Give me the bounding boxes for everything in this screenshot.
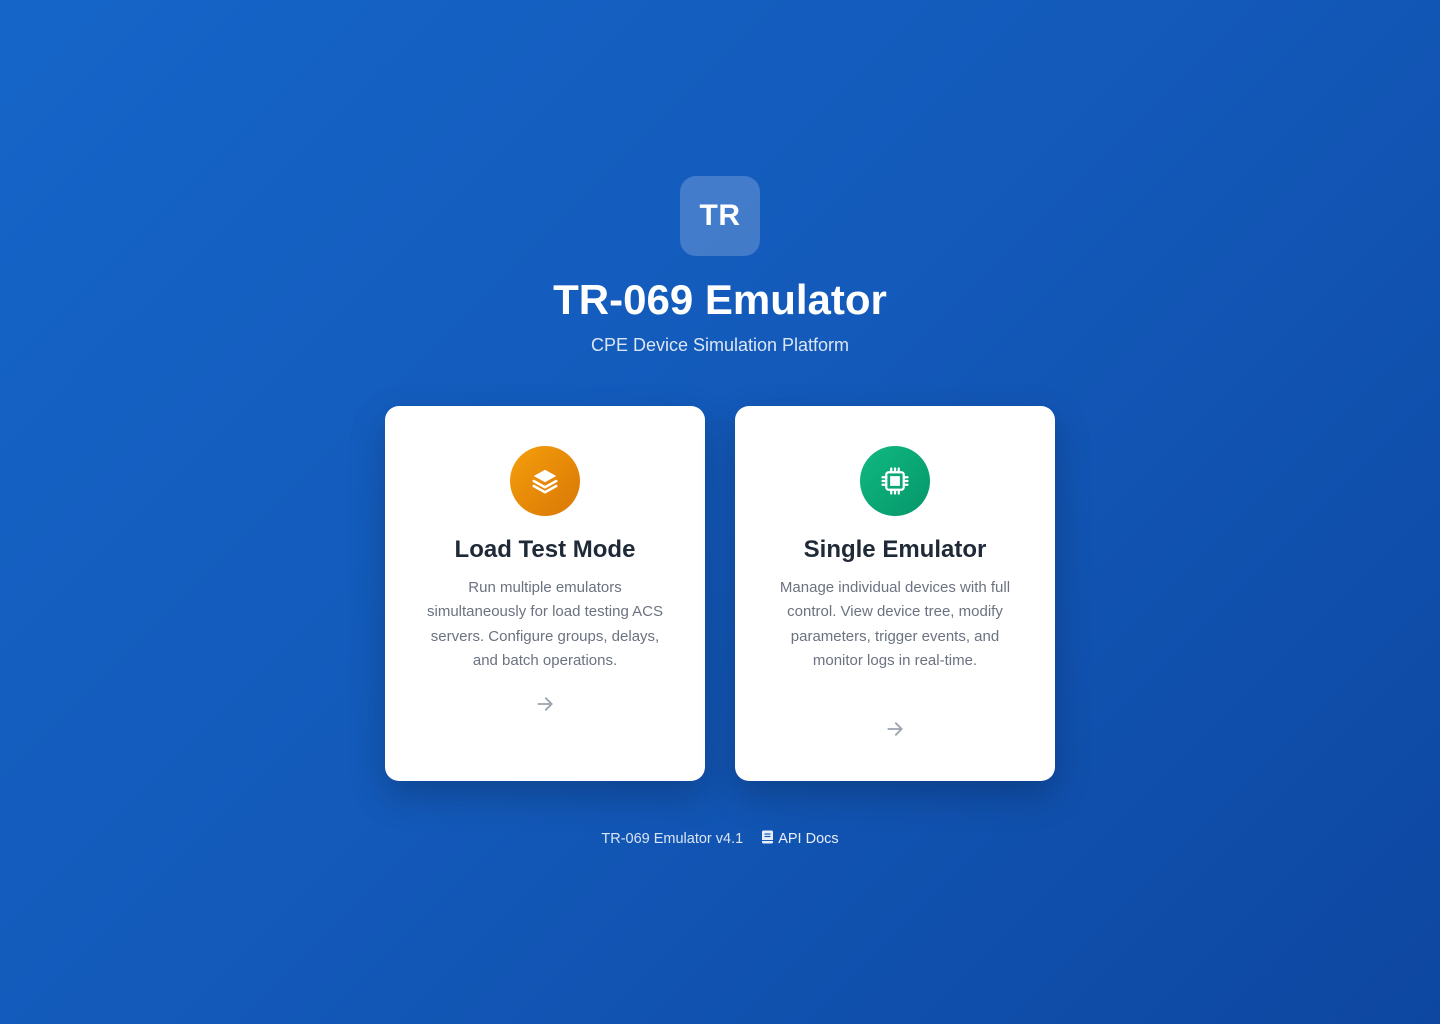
card-title: Single Emulator [803, 536, 987, 563]
card-description: Run multiple emulators simultaneously fo… [427, 579, 663, 669]
arrow-right-icon[interactable] [533, 692, 557, 716]
app-logo: TR [680, 176, 760, 256]
logo-text: TR [699, 199, 741, 232]
single-emulator-card[interactable]: Single Emulator Manage individual device… [735, 406, 1055, 781]
version-text: TR-069 Emulator v4.1 [601, 831, 744, 847]
api-docs-link[interactable]: API Docs [761, 830, 839, 848]
arrow-right-icon[interactable] [883, 717, 907, 741]
footer: TR-069 Emulator v4.1 API Docs [0, 830, 1440, 848]
card-description: Manage individual devices with full cont… [779, 579, 1011, 669]
book-icon [761, 830, 778, 848]
chip-icon [860, 446, 930, 516]
card-title: Load Test Mode [454, 536, 636, 563]
api-docs-label: API Docs [778, 831, 839, 847]
layers-icon [510, 446, 580, 516]
page-title: TR-069 Emulator [553, 276, 887, 323]
load-test-mode-card[interactable]: Load Test Mode Run multiple emulators si… [385, 406, 705, 781]
page-subtitle: CPE Device Simulation Platform [590, 335, 850, 355]
